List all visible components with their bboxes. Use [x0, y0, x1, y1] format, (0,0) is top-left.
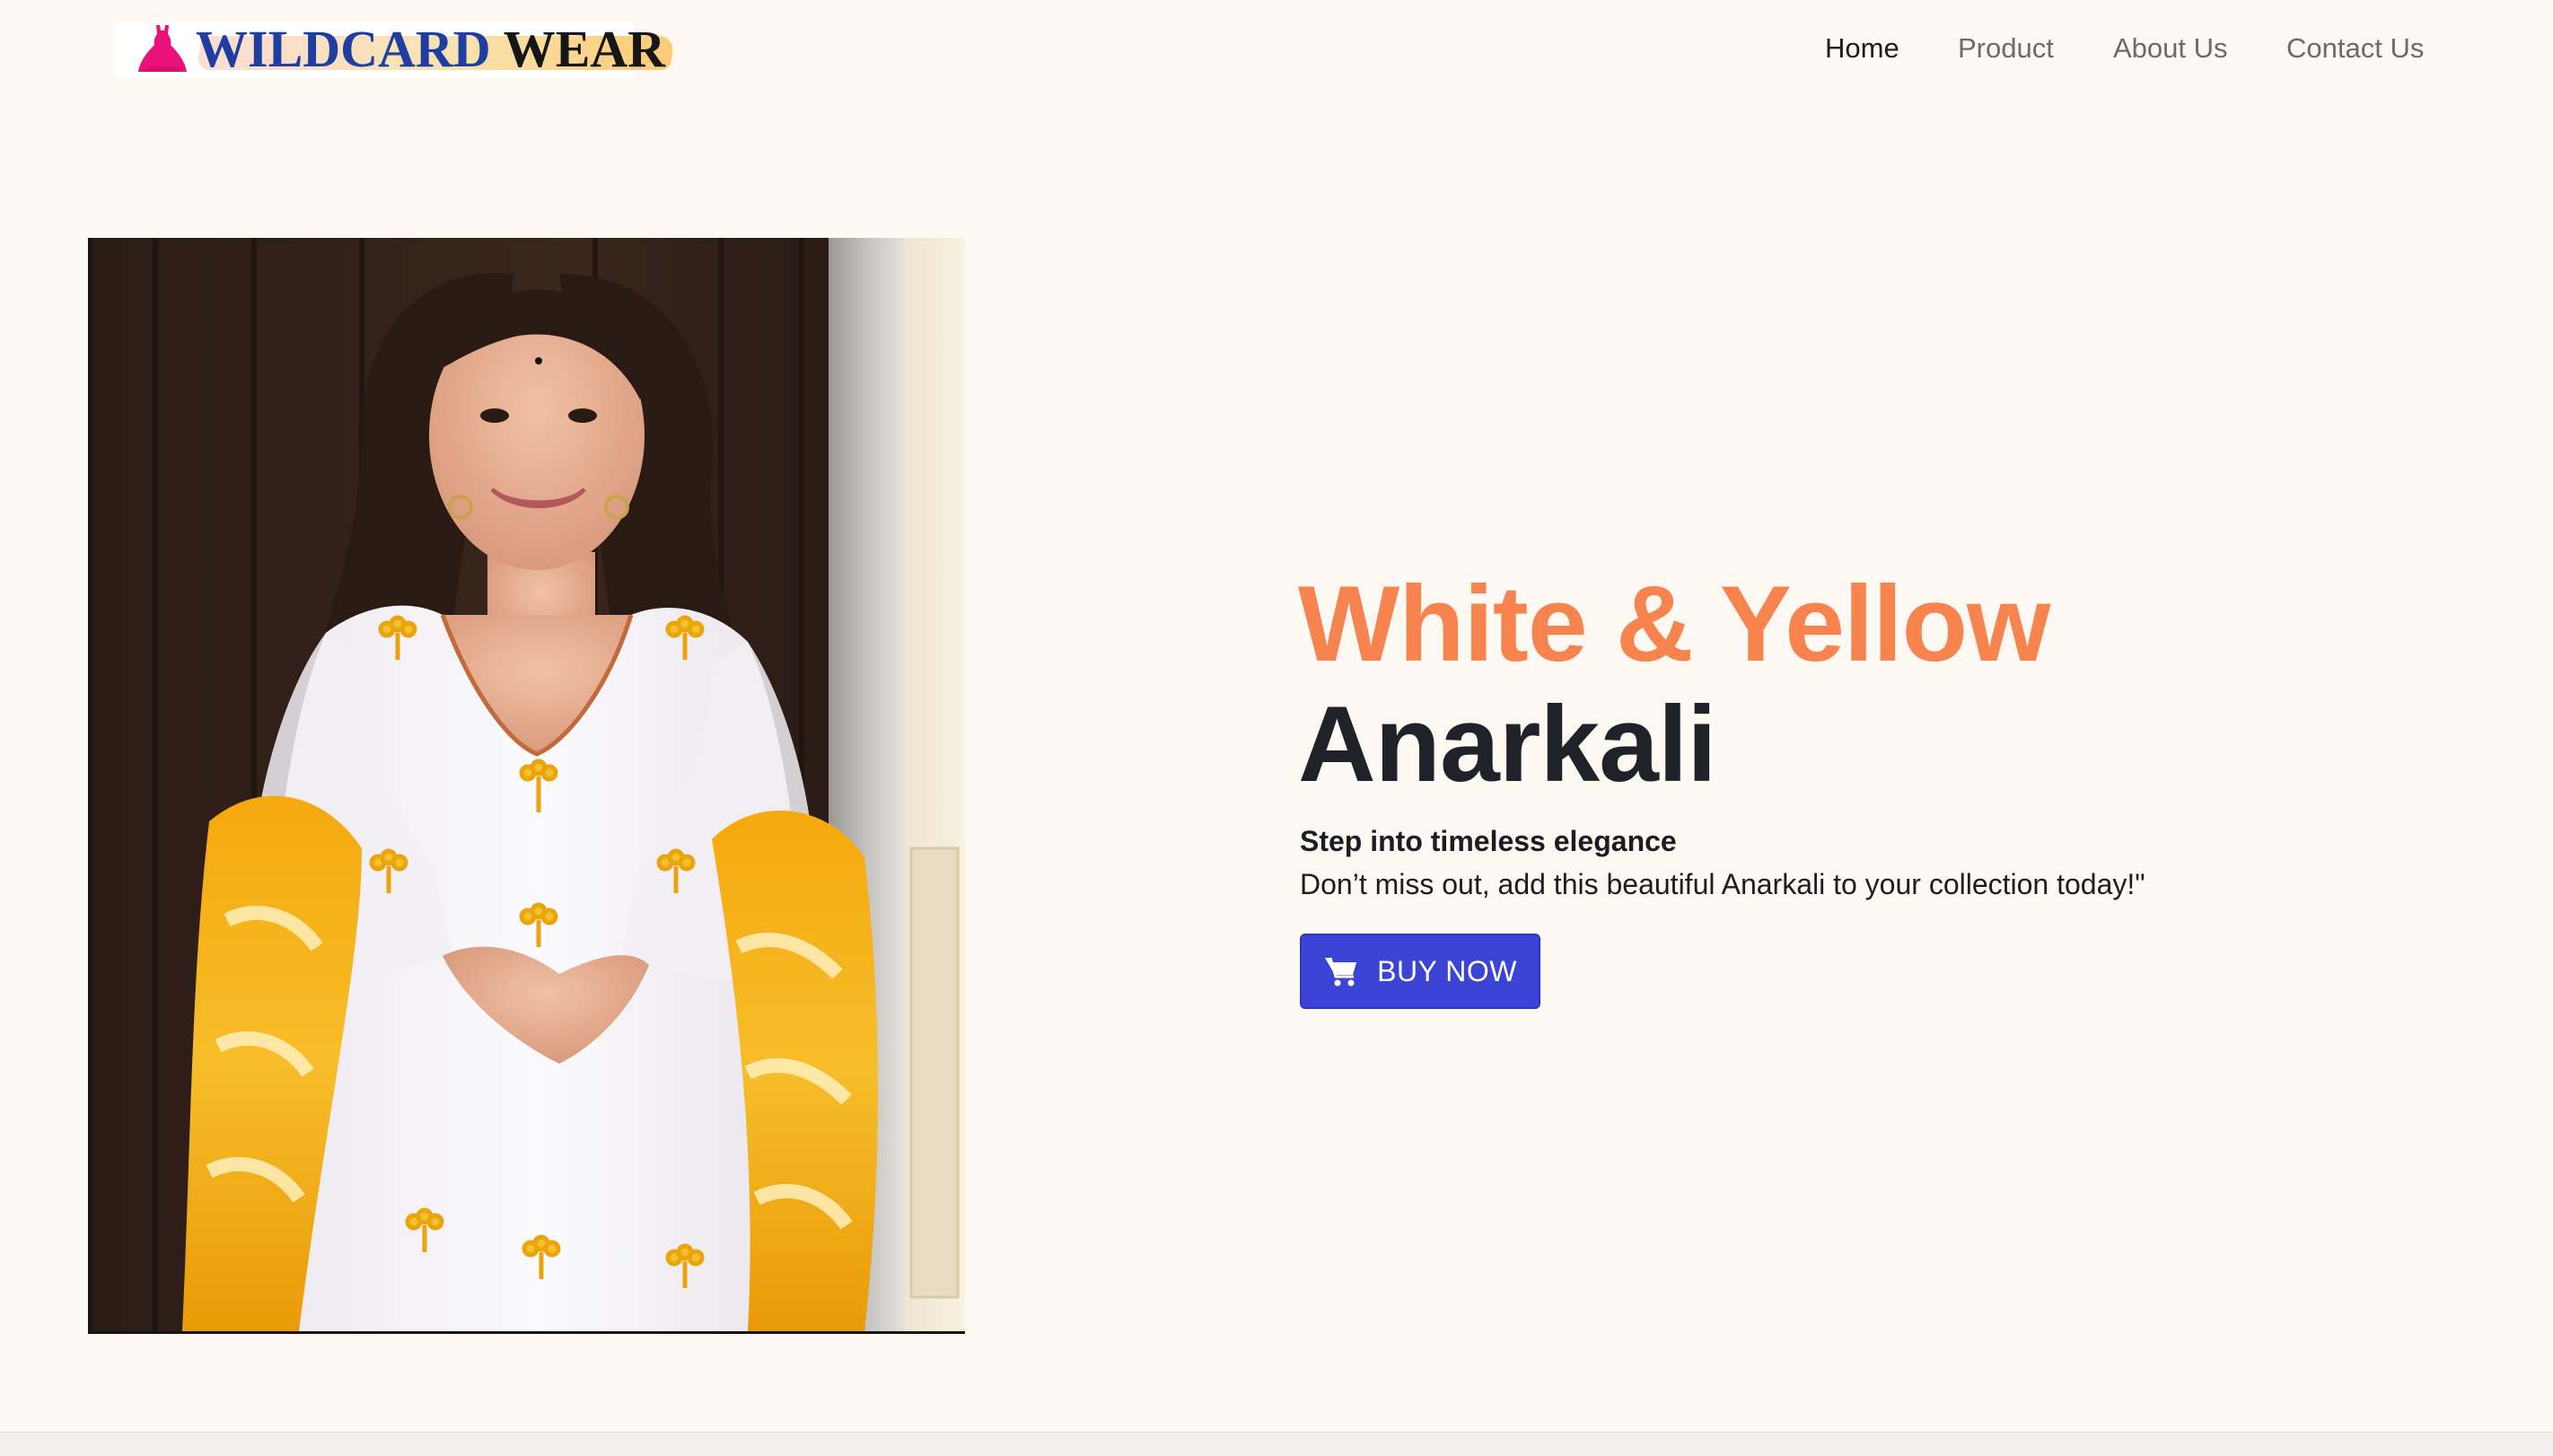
logo-word-2: WEAR — [503, 20, 666, 78]
dress-icon — [138, 25, 187, 72]
nav-about-us[interactable]: About Us — [2113, 27, 2228, 70]
hero-title-line-2: Anarkali — [1298, 684, 1717, 804]
hero-body-text: Don’t miss out, add this beautiful Anark… — [1300, 868, 2145, 900]
nav-product[interactable]: Product — [1958, 27, 2054, 70]
brand-logo[interactable]: WILDCARD WEAR — [115, 22, 675, 77]
page: WILDCARD WEAR Home Product About Us Cont… — [0, 0, 2553, 1456]
buy-now-label: BUY NOW — [1377, 955, 1517, 987]
nav-contact-us[interactable]: Contact Us — [2286, 27, 2424, 70]
model-photo — [92, 238, 965, 1331]
hero-title-line-1: White & Yellow — [1298, 564, 2050, 684]
page-bottom-edge — [0, 1432, 2553, 1456]
logo-word-1: WILDCARD — [196, 20, 491, 78]
hero-subtitle: Step into timeless elegance — [1300, 825, 1677, 857]
logo-wordmark: WILDCARD WEAR — [196, 20, 675, 78]
nav-home[interactable]: Home — [1825, 27, 1899, 70]
buy-now-button[interactable]: BUY NOW — [1300, 934, 1540, 1009]
cart-icon — [1325, 957, 1357, 987]
hero-product-image — [88, 238, 965, 1334]
